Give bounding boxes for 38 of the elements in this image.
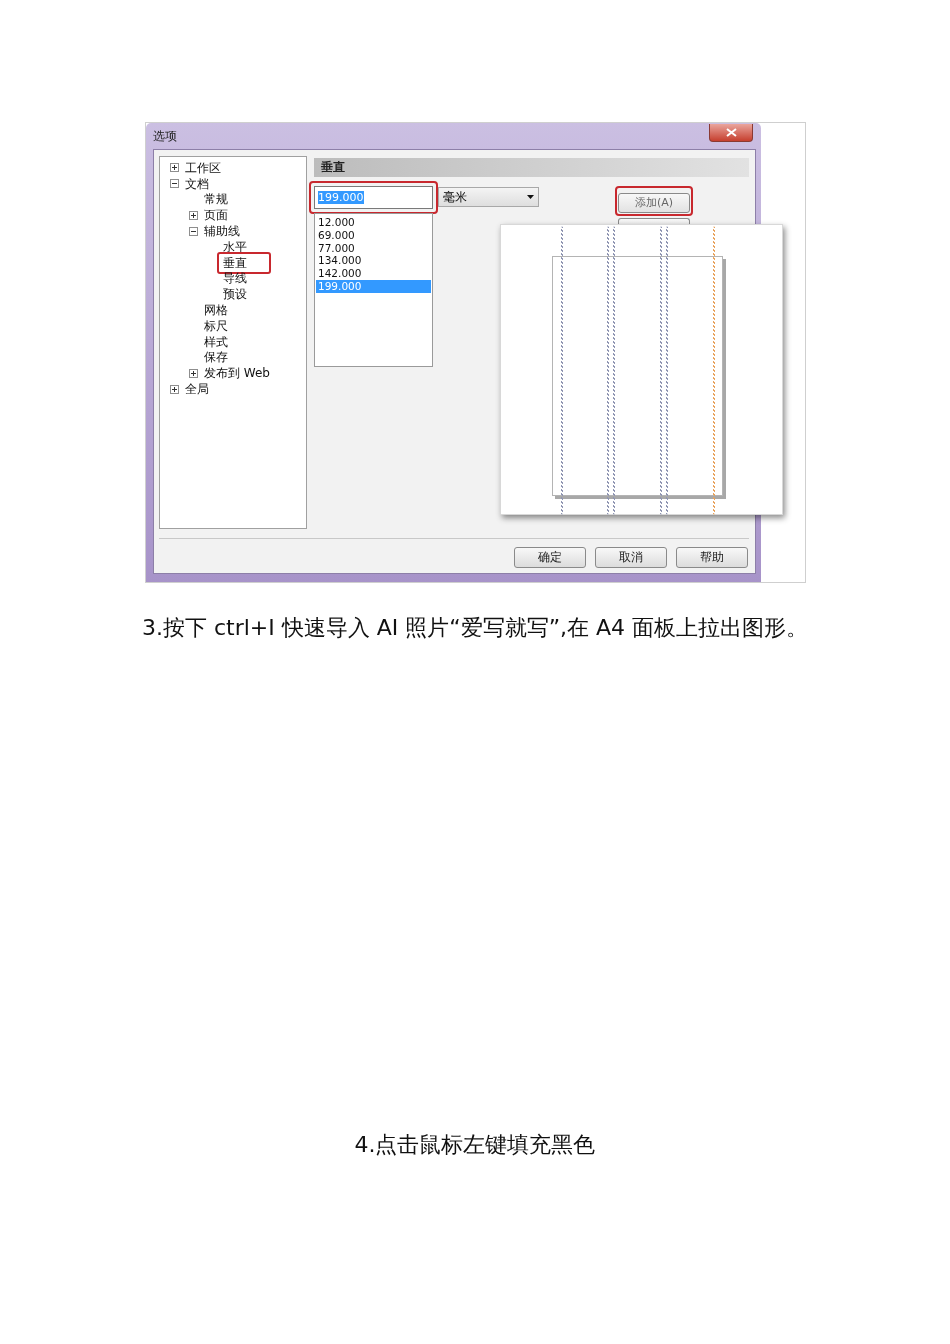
tree-item[interactable]: 辅助线 — [202, 224, 242, 239]
tree-item[interactable]: 导线 — [221, 271, 249, 286]
window-title: 选项 — [153, 129, 177, 143]
tree-item[interactable]: 工作区 — [183, 160, 223, 175]
tree-item[interactable]: 标尺 — [202, 318, 230, 333]
caption-text: 4.点击鼠标左键填充黑色 — [354, 1131, 596, 1159]
list-item[interactable]: 134.000 — [316, 254, 431, 268]
caption-text: 3.按下 ctrl+I 快速导入 AI 照片“爱写就写”,在 A4 面板上拉出图形。 — [141, 614, 809, 642]
add-button[interactable]: 添加(A) — [618, 193, 690, 213]
section-header: 垂直 — [314, 158, 749, 177]
plus-box-icon[interactable] — [170, 384, 179, 394]
tree-item[interactable]: 预设 — [221, 287, 249, 302]
dialog-button[interactable]: 帮助 — [676, 547, 748, 568]
close-button[interactable] — [709, 124, 753, 142]
tree-item[interactable]: 网格 — [202, 303, 230, 318]
close-icon — [725, 128, 737, 137]
plus-box-icon[interactable] — [170, 163, 179, 173]
plus-box-icon[interactable] — [189, 210, 198, 220]
unit-dropdown[interactable]: 毫米 — [438, 187, 539, 207]
minus-box-icon[interactable] — [189, 226, 198, 236]
dialog-button[interactable]: 确定 — [514, 547, 586, 568]
caret-icon — [527, 195, 534, 199]
list-item[interactable]: 77.000 — [316, 241, 431, 255]
tree-item[interactable]: 文档 — [183, 176, 211, 191]
minus-box-icon[interactable] — [170, 179, 179, 189]
tree-item[interactable]: 页面 — [202, 208, 230, 223]
tree-item[interactable]: 垂直 — [221, 255, 249, 270]
tree-item[interactable]: 保存 — [202, 350, 230, 365]
list-item[interactable]: 12.000 — [316, 216, 431, 229]
list-item[interactable]: 69.000 — [316, 228, 431, 242]
tree-item[interactable]: 样式 — [202, 334, 230, 349]
tree-item[interactable]: 水平 — [221, 239, 249, 254]
tree-item[interactable]: 发布到 Web — [202, 366, 272, 381]
list-item[interactable]: 142.000 — [316, 267, 431, 280]
dialog-button[interactable]: 取消 — [595, 547, 667, 568]
tree-item[interactable]: 全局 — [183, 382, 211, 397]
tree-item[interactable]: 常规 — [202, 192, 230, 207]
plus-box-icon[interactable] — [189, 368, 198, 378]
